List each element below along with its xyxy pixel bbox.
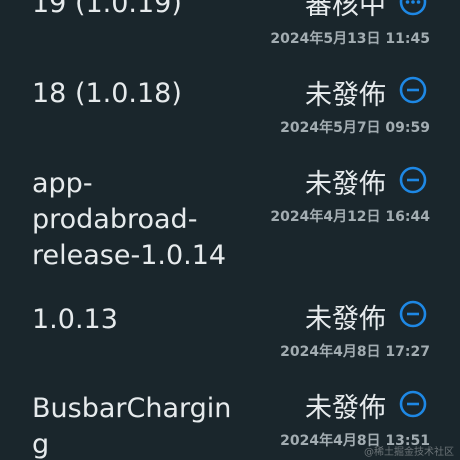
list-item[interactable]: app- prodabroad- release-1.0.14 未發佈 2024… (0, 150, 460, 290)
watermark: @稀土掘金技术社区 (364, 447, 454, 458)
timestamp: 2024年4月12日 16:44 (270, 209, 430, 225)
timestamp: 2024年4月8日 17:27 (280, 344, 430, 360)
version-name-line: prodabroad- (32, 204, 198, 235)
minus-circle-icon[interactable] (399, 390, 427, 418)
version-name: 18 (1.0.18) (32, 78, 182, 109)
version-name: 1.0.13 (32, 304, 118, 335)
list-item[interactable]: 1.0.13 未發佈 2024年4月8日 17:27 (0, 290, 460, 385)
timestamp: 2024年5月7日 09:59 (280, 120, 430, 136)
version-name-line: release-1.0.14 (32, 240, 227, 271)
status-label: 未發佈 (305, 80, 386, 111)
more-icon[interactable] (399, 0, 427, 16)
status-label: 未發佈 (305, 393, 386, 424)
status-label: 未發佈 (305, 304, 386, 335)
version-name: BusbarChargin g (32, 391, 231, 460)
version-name-line: BusbarChargin (32, 393, 232, 424)
version-name-line: g (32, 429, 50, 460)
minus-circle-icon[interactable] (399, 76, 427, 104)
timestamp: 2024年5月13日 11:45 (270, 31, 430, 47)
minus-circle-icon[interactable] (399, 300, 427, 328)
version-name-line: app- (32, 168, 93, 199)
status-label: 審核中 (305, 0, 386, 21)
version-name: 19 (1.0.19) (32, 0, 182, 19)
status-label: 未發佈 (305, 169, 386, 200)
version-name: app- prodabroad- release-1.0.14 (32, 166, 226, 274)
list-item[interactable]: 18 (1.0.18) 未發佈 2024年5月7日 09:59 (0, 60, 460, 150)
minus-circle-icon[interactable] (399, 166, 427, 194)
list-item[interactable]: 19 (1.0.19) 審核中 2024年5月13日 11:45 (0, 0, 460, 60)
